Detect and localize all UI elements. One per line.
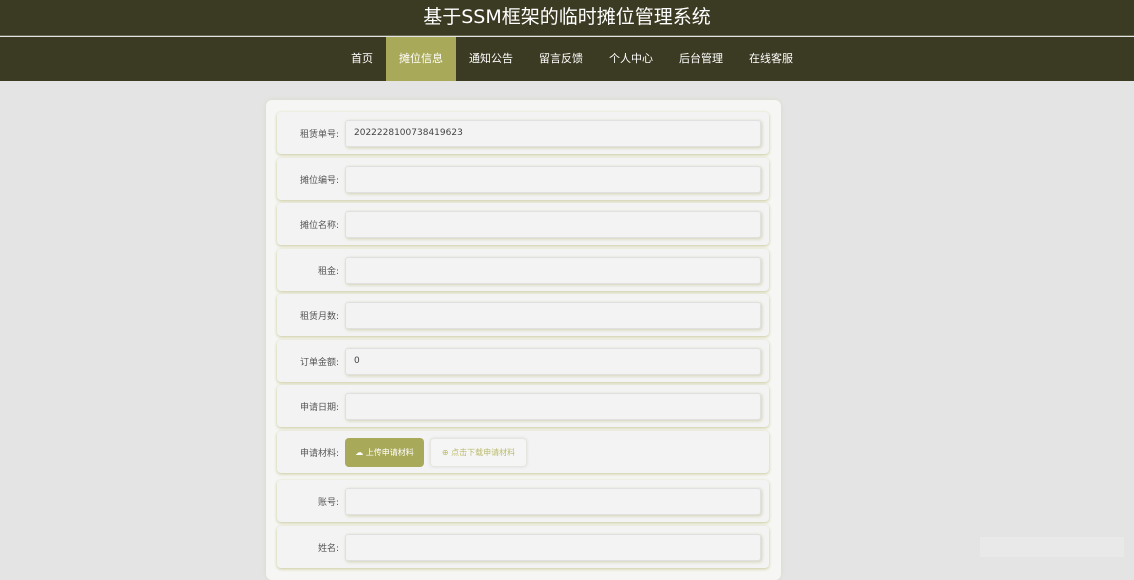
- form-row-material: 申请材料: ☁ 上传申请材料 ⊕ 点击下载申请材料: [277, 431, 769, 473]
- field-label: 账号:: [317, 497, 339, 508]
- nav-profile[interactable]: 个人中心: [596, 37, 666, 81]
- field-label: 租赁单号:: [299, 129, 339, 140]
- field-label: 租赁月数:: [299, 311, 339, 322]
- main-nav: 首页 摊位信息 通知公告 留言反馈 个人中心 后台管理 在线客服: [0, 37, 1134, 81]
- order-no-input[interactable]: 2022228100738419623: [345, 119, 761, 147]
- field-label: 订单金额:: [299, 357, 339, 368]
- rent-input[interactable]: [345, 256, 761, 284]
- field-label: 摊位名称:: [299, 220, 339, 231]
- form-row-amount: 订单金额: 0: [277, 340, 769, 382]
- download-label: 点击下载申请材料: [451, 447, 516, 457]
- cloud-upload-icon: ☁: [355, 447, 366, 457]
- upload-material-button[interactable]: ☁ 上传申请材料: [345, 437, 424, 467]
- field-label: 申请材料:: [299, 448, 339, 459]
- download-material-button[interactable]: ⊕ 点击下载申请材料: [430, 437, 527, 467]
- nav-home[interactable]: 首页: [338, 37, 386, 81]
- form-card: 租赁单号: 2022228100738419623 摊位编号: 摊位名称: 租金:…: [266, 100, 781, 580]
- form-row-order-no: 租赁单号: 2022228100738419623: [277, 112, 769, 154]
- form-row-rent: 租金:: [277, 249, 769, 291]
- upload-label: 上传申请材料: [365, 447, 414, 457]
- apply-date-input[interactable]: [345, 392, 761, 420]
- nav-feedback[interactable]: 留言反馈: [526, 37, 596, 81]
- form-row-name: 姓名:: [277, 526, 769, 568]
- site-header: 基于SSM框架的临时摊位管理系统: [0, 0, 1134, 36]
- download-icon: ⊕: [441, 447, 452, 457]
- site-title: 基于SSM框架的临时摊位管理系统: [423, 6, 711, 28]
- form-row-apply-date: 申请日期:: [277, 385, 769, 427]
- field-label: 租金:: [317, 266, 339, 277]
- nav-notice[interactable]: 通知公告: [456, 37, 526, 81]
- form-row-account: 账号:: [277, 480, 769, 522]
- floating-panel: [980, 537, 1124, 557]
- nav-support[interactable]: 在线客服: [736, 37, 806, 81]
- account-input[interactable]: [345, 487, 761, 515]
- name-input[interactable]: [345, 533, 761, 561]
- field-label: 申请日期:: [299, 402, 339, 413]
- amount-input[interactable]: 0: [345, 347, 761, 375]
- form-row-stall-no: 摊位编号:: [277, 158, 769, 200]
- stall-no-input[interactable]: [345, 165, 761, 193]
- months-input[interactable]: [345, 301, 761, 329]
- form-row-stall-name: 摊位名称:: [277, 203, 769, 245]
- nav-stall-info[interactable]: 摊位信息: [386, 37, 456, 81]
- nav-admin[interactable]: 后台管理: [666, 37, 736, 81]
- stall-name-input[interactable]: [345, 210, 761, 238]
- form-row-months: 租赁月数:: [277, 294, 769, 336]
- field-label: 姓名:: [317, 543, 339, 554]
- field-label: 摊位编号:: [299, 175, 339, 186]
